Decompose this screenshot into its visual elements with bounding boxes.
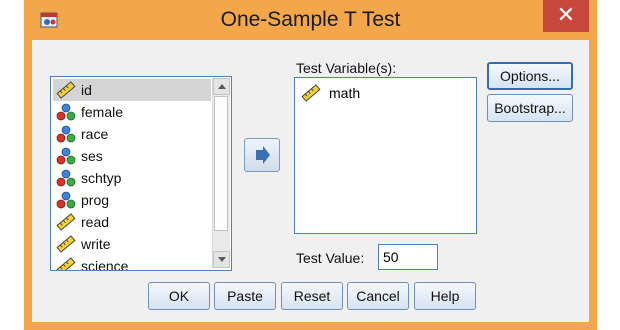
scale-ruler-icon [301,84,321,102]
test-value-input[interactable] [378,244,438,270]
test-variable-name: math [329,85,361,101]
nominal-circles-icon [56,125,76,143]
variable-list[interactable]: id female race ses schtyp prog read write scienc… [50,76,232,271]
variable-item[interactable]: female [53,101,211,123]
variable-item[interactable]: race [53,123,211,145]
variable-name: ses [81,148,103,164]
variable-name: write [81,236,111,252]
nominal-circles-icon [56,191,76,209]
scroll-thumb[interactable] [214,96,228,231]
variable-item[interactable]: prog [53,189,211,211]
window-title: One-Sample T Test [220,8,401,31]
variable-name: id [81,82,92,98]
variable-item[interactable]: science [53,255,211,271]
nominal-circles-icon [56,147,76,165]
test-variables-label: Test Variable(s): [296,60,397,76]
test-variable-item[interactable]: math [301,82,360,104]
chevron-down-icon [218,257,226,262]
move-variable-button[interactable] [244,138,280,172]
scroll-down-button[interactable] [213,251,230,268]
nominal-circles-icon [56,169,76,187]
variable-list-items: id female race ses schtyp prog read write scienc… [53,79,211,271]
arrow-right-icon [256,146,270,164]
ok-button[interactable]: OK [148,282,210,310]
chevron-up-icon [218,84,226,89]
variable-name: science [81,258,129,271]
variable-list-scrollbar[interactable] [212,78,230,268]
options-button[interactable]: Options... [487,62,573,90]
help-button[interactable]: Help [414,282,476,310]
scale-ruler-icon [56,235,76,253]
title-bar[interactable]: One-Sample T Test ✕ [24,0,597,40]
variable-item[interactable]: ses [53,145,211,167]
close-icon: ✕ [556,2,576,27]
scale-ruler-icon [56,213,76,231]
test-value-label: Test Value: [296,250,365,266]
close-button[interactable]: ✕ [543,0,589,32]
variable-item[interactable]: read [53,211,211,233]
nominal-circles-icon [56,103,76,121]
scroll-up-button[interactable] [213,78,230,95]
bootstrap-button[interactable]: Bootstrap... [487,94,573,122]
variable-name: female [81,104,124,120]
paste-button[interactable]: Paste [214,282,276,310]
variable-name: schtyp [81,170,122,186]
cancel-button[interactable]: Cancel [347,282,409,310]
variable-item[interactable]: schtyp [53,167,211,189]
variable-name: read [81,214,110,230]
scale-ruler-icon [56,257,76,270]
variable-item[interactable]: id [53,79,211,101]
variable-item[interactable]: write [53,233,211,255]
variable-name: prog [81,192,110,208]
scale-ruler-icon [56,81,76,99]
test-variables-list[interactable]: math [294,77,477,234]
variable-name: race [81,126,109,142]
reset-button[interactable]: Reset [281,282,343,310]
